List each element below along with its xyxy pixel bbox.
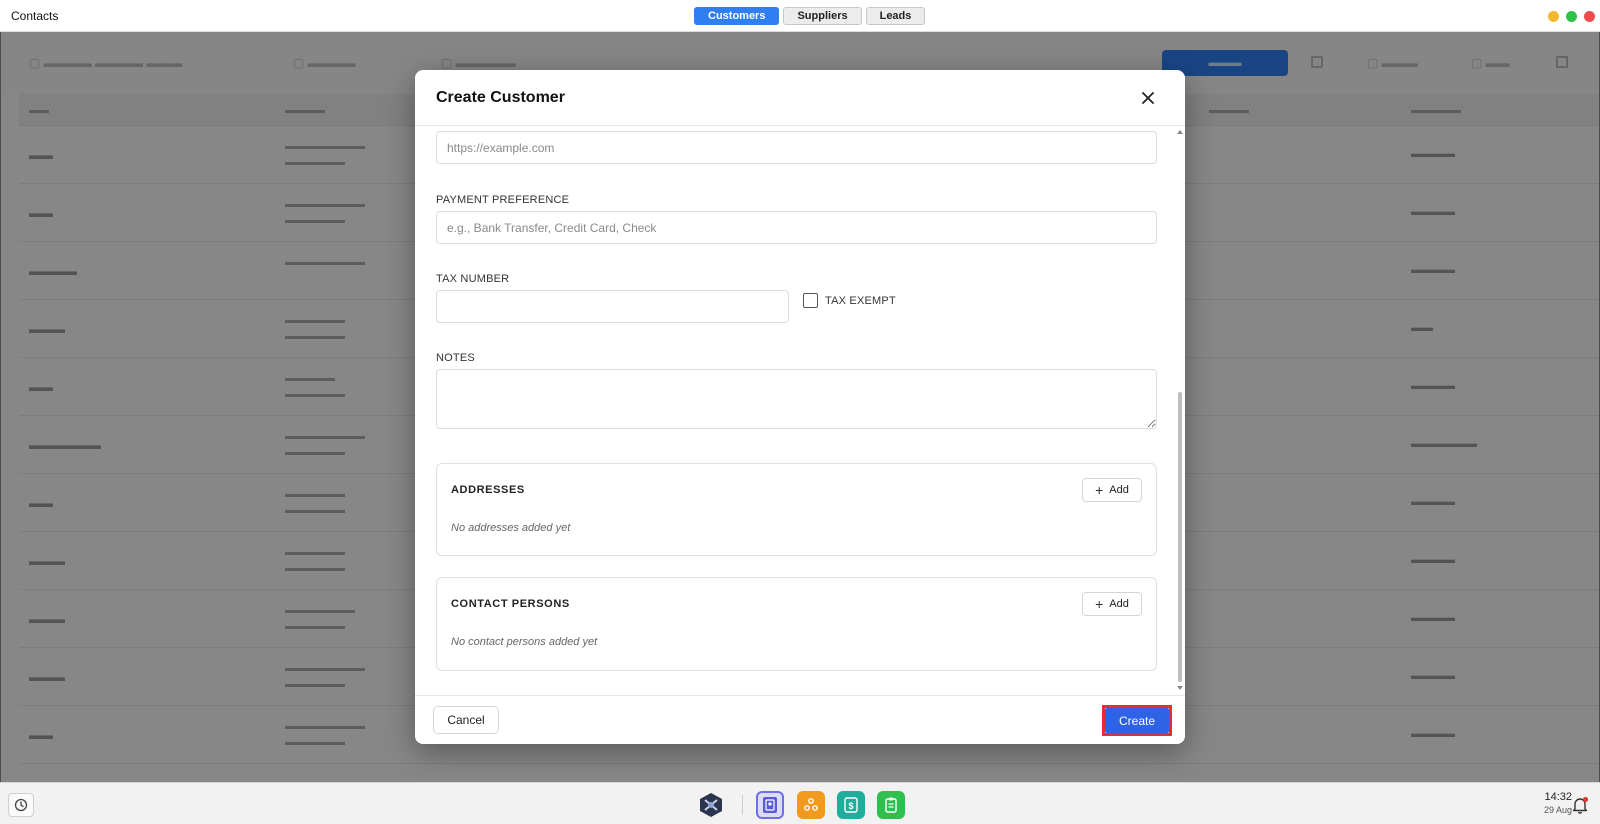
contact-persons-title: CONTACT PERSONS [451, 598, 570, 610]
contacts-app-icon[interactable] [756, 791, 784, 819]
tab-leads[interactable]: Leads [865, 7, 926, 25]
contact-persons-empty-note: No contact persons added yet [451, 636, 598, 648]
payment-preference-label: PAYMENT PREFERENCE [436, 194, 570, 206]
addresses-empty-note: No addresses added yet [451, 522, 571, 534]
scroll-up-arrow-icon[interactable] [1177, 130, 1183, 134]
add-address-label: Add [1109, 484, 1129, 496]
plus-icon: + [1095, 482, 1104, 498]
plus-icon: + [1095, 596, 1104, 612]
history-button[interactable] [8, 793, 34, 817]
app-title: Contacts [11, 9, 59, 23]
window-titlebar: Contacts Customers Suppliers Leads [0, 0, 1600, 32]
addresses-section: ADDRESSES + Add No addresses added yet [436, 463, 1157, 556]
create-button-highlight: Create [1102, 705, 1172, 736]
clipboard-app-icon[interactable] [877, 791, 905, 819]
cancel-button[interactable]: Cancel [433, 706, 499, 734]
addresses-title: ADDRESSES [451, 484, 525, 496]
dock-separator [742, 795, 743, 815]
tab-customers[interactable]: Customers [694, 7, 780, 25]
notes-textarea[interactable] [436, 369, 1157, 429]
tax-number-label: TAX NUMBER [436, 273, 510, 285]
svg-text:$: $ [848, 801, 853, 811]
tab-bar: Customers Suppliers Leads [694, 7, 926, 25]
tab-suppliers[interactable]: Suppliers [783, 7, 862, 25]
add-address-button[interactable]: + Add [1082, 478, 1142, 502]
payment-preference-input[interactable] [436, 211, 1157, 244]
maximize-button[interactable] [1566, 11, 1577, 22]
dialog-title: Create Customer [436, 89, 565, 106]
dialog-header: Create Customer [415, 70, 1185, 126]
create-button[interactable]: Create [1105, 708, 1169, 733]
tax-exempt-label: TAX EXEMPT [825, 295, 896, 307]
tax-exempt-checkbox[interactable] [803, 293, 818, 308]
tax-number-input[interactable] [436, 290, 789, 323]
dialog-scrollbar[interactable] [1177, 130, 1183, 690]
sales-app-icon[interactable]: $ [837, 791, 865, 819]
clock-icon [14, 798, 28, 812]
minimize-button[interactable] [1548, 11, 1559, 22]
dialog-footer: Cancel Create [415, 695, 1185, 744]
create-customer-dialog: Create Customer PAYMENT PREFERENCE TAX N… [415, 70, 1185, 744]
add-contact-person-label: Add [1109, 598, 1129, 610]
notification-bell-icon[interactable] [1570, 795, 1590, 815]
website-input[interactable] [436, 131, 1157, 164]
launcher-logo-icon[interactable] [697, 791, 725, 819]
close-window-button[interactable] [1584, 11, 1595, 22]
close-icon[interactable] [1140, 90, 1156, 106]
contact-persons-section: CONTACT PERSONS + Add No contact persons… [436, 577, 1157, 671]
scroll-down-arrow-icon[interactable] [1177, 686, 1183, 690]
network-app-icon[interactable] [797, 791, 825, 819]
dialog-body: PAYMENT PREFERENCE TAX NUMBER TAX EXEMPT… [415, 127, 1185, 695]
notes-label: NOTES [436, 352, 475, 364]
taskbar: $ 14:32 29 Aug [0, 782, 1600, 824]
scroll-thumb[interactable] [1178, 392, 1182, 682]
add-contact-person-button[interactable]: + Add [1082, 592, 1142, 616]
clock-time: 14:32 [1544, 791, 1572, 803]
clock-date: 29 Aug [1543, 805, 1572, 815]
